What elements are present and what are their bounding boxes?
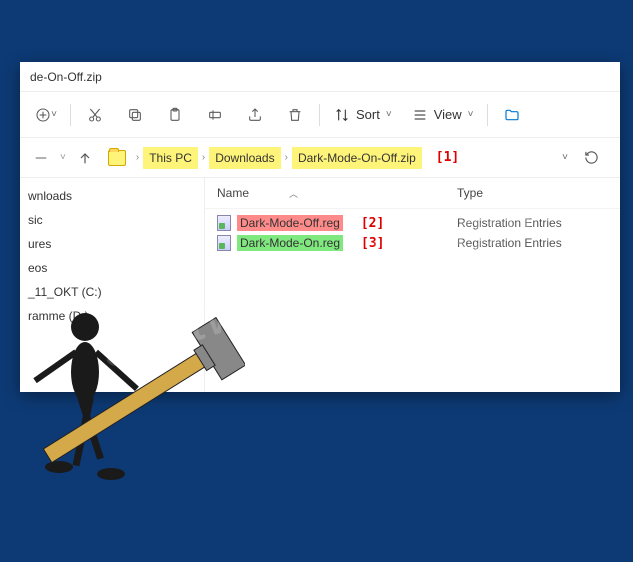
file-row[interactable]: Dark-Mode-Off.reg [2] Registration Entri… <box>205 213 620 233</box>
chevron-down-icon: ˅ <box>386 109 392 120</box>
annotation-3: [3] <box>349 236 384 251</box>
sidebar-item[interactable]: sic <box>20 208 204 232</box>
body-area: wnloads sic ures eos _11_OKT (C:) ramme … <box>20 178 620 392</box>
separator <box>319 104 320 126</box>
addressbar: ˅ › This PC › Downloads › Dark-Mode-On-O… <box>20 138 620 178</box>
sidebar: wnloads sic ures eos _11_OKT (C:) ramme … <box>20 178 205 392</box>
more-button[interactable] <box>492 97 532 133</box>
crumb-downloads[interactable]: Downloads <box>209 147 280 169</box>
annotation-2: [2] <box>349 216 384 231</box>
folder-icon <box>108 150 126 166</box>
sort-button[interactable]: Sort ˅ <box>324 97 402 133</box>
file-area: Name ︿ Type Dark-Mode-Off.reg [2] Regist… <box>205 178 620 392</box>
chevron-down-icon[interactable]: ˅ <box>562 152 568 163</box>
chevron-down-icon: ˅ <box>468 109 474 120</box>
cut-button[interactable] <box>75 97 115 133</box>
new-button[interactable]: ˅ <box>26 97 66 133</box>
separator <box>70 104 71 126</box>
sidebar-item[interactable]: ures <box>20 232 204 256</box>
up-button[interactable] <box>70 143 100 173</box>
sort-label: Sort <box>356 107 380 122</box>
column-headers[interactable]: Name ︿ Type <box>205 178 620 209</box>
file-type: Registration Entries <box>457 216 608 230</box>
chevron-down-icon[interactable]: ˅ <box>60 152 66 163</box>
crumb-archive[interactable]: Dark-Mode-On-Off.zip <box>292 147 422 169</box>
share-button[interactable] <box>235 97 275 133</box>
sidebar-item[interactable]: ramme (D:) <box>20 304 204 328</box>
refresh-button[interactable] <box>576 143 606 173</box>
sort-indicator-icon: ︿ <box>289 187 298 200</box>
file-name: Dark-Mode-Off.reg <box>237 215 343 231</box>
chevron-right-icon: › <box>134 152 141 163</box>
sidebar-item[interactable]: eos <box>20 256 204 280</box>
reg-file-icon <box>217 215 231 231</box>
sidebar-item[interactable]: wnloads <box>20 184 204 208</box>
copy-button[interactable] <box>115 97 155 133</box>
delete-button[interactable] <box>275 97 315 133</box>
paste-button[interactable] <box>155 97 195 133</box>
toolbar: ˅ Sort ˅ View ˅ <box>20 92 620 138</box>
breadcrumb[interactable]: › This PC › Downloads › Dark-Mode-On-Off… <box>104 143 550 173</box>
annotation-1: [1] <box>424 150 459 165</box>
rename-button[interactable] <box>195 97 235 133</box>
window-title: de-On-Off.zip <box>30 70 102 84</box>
col-type-header[interactable]: Type <box>457 186 608 200</box>
file-type: Registration Entries <box>457 236 608 250</box>
titlebar[interactable]: de-On-Off.zip <box>20 62 620 92</box>
sidebar-item[interactable]: _11_OKT (C:) <box>20 280 204 304</box>
separator <box>487 104 488 126</box>
file-list: Dark-Mode-Off.reg [2] Registration Entri… <box>205 209 620 253</box>
col-name-header[interactable]: Name <box>217 186 249 200</box>
crumb-this-pc[interactable]: This PC <box>143 147 198 169</box>
chevron-right-icon: › <box>283 152 290 163</box>
view-label: View <box>434 107 462 122</box>
back-button[interactable] <box>26 143 56 173</box>
file-row[interactable]: Dark-Mode-On.reg [3] Registration Entrie… <box>205 233 620 253</box>
reg-file-icon <box>217 235 231 251</box>
chevron-right-icon: › <box>200 152 207 163</box>
explorer-window: de-On-Off.zip ˅ Sort ˅ <box>20 62 620 392</box>
view-button[interactable]: View ˅ <box>402 97 484 133</box>
file-name: Dark-Mode-On.reg <box>237 235 343 251</box>
